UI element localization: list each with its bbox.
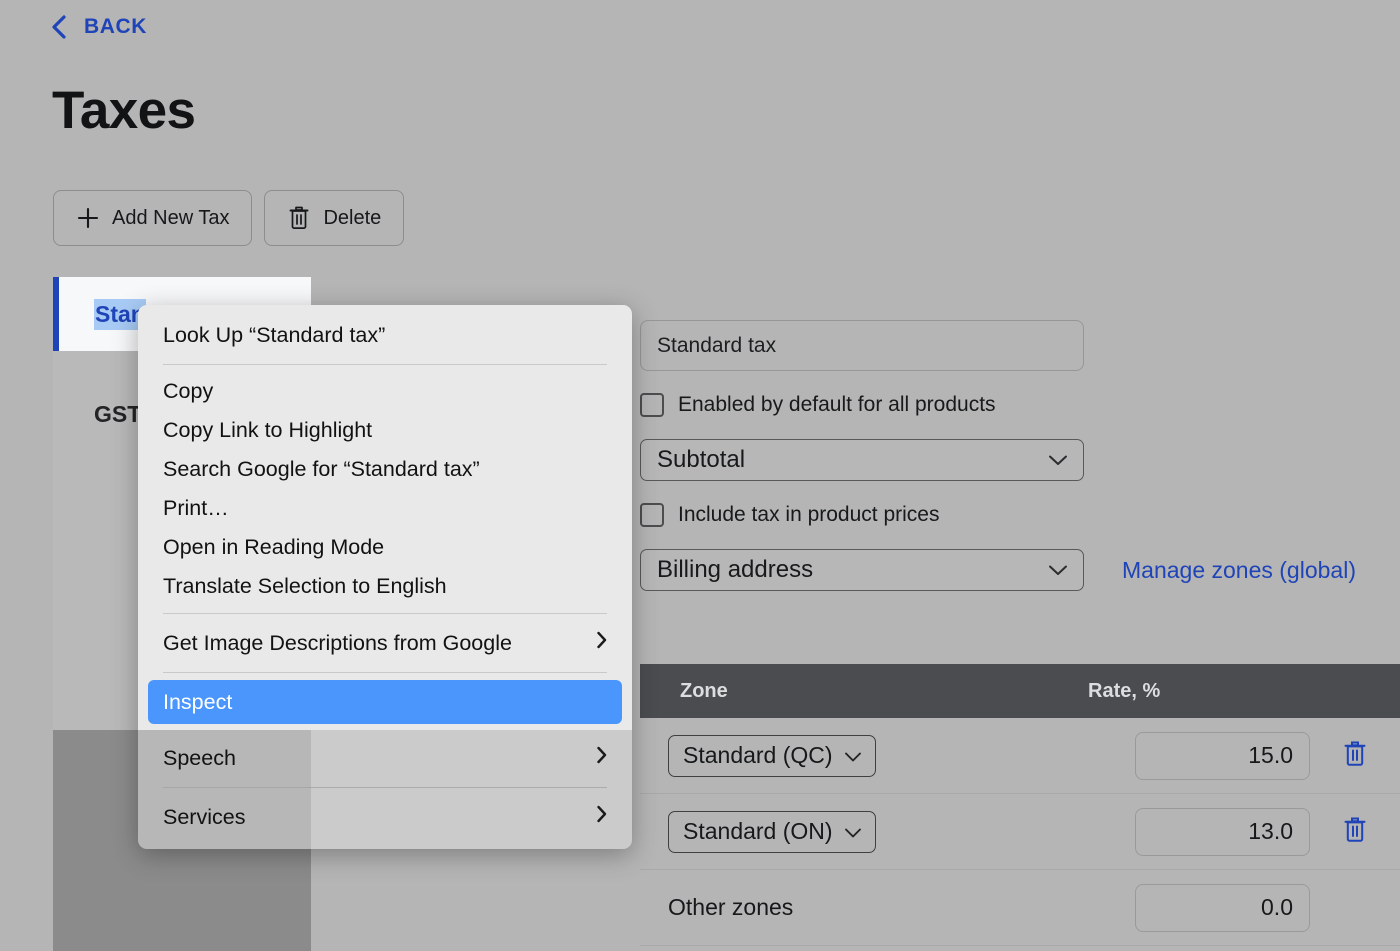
menu-item-label: Get Image Descriptions from Google [163, 631, 512, 656]
delete-zone-button[interactable] [1342, 740, 1368, 771]
back-label: BACK [84, 15, 147, 39]
plus-icon [76, 206, 100, 230]
menu-item-get-image-descriptions[interactable]: Get Image Descriptions from Google [138, 621, 632, 665]
zone-static-label: Other zones [668, 894, 793, 920]
rate-input[interactable]: 15.0 [1135, 732, 1310, 780]
context-menu-upper-section: Look Up “Standard tax” Copy Copy Link to… [138, 305, 632, 730]
menu-item-services[interactable]: Services [138, 795, 632, 839]
chevron-right-icon [596, 631, 608, 656]
menu-item-translate-selection[interactable]: Translate Selection to English [138, 567, 632, 606]
menu-item-label: Speech [163, 746, 236, 771]
chevron-left-icon [50, 14, 68, 40]
menu-separator [163, 364, 607, 365]
menu-separator [163, 787, 607, 788]
menu-item-inspect[interactable]: Inspect [148, 680, 622, 724]
tax-detail-form: Standard tax Enabled by default for all … [640, 320, 1400, 591]
menu-item-label: Print… [163, 496, 229, 521]
menu-item-speech[interactable]: Speech [138, 736, 632, 780]
table-header-row: Zone Rate, % [640, 664, 1400, 718]
menu-item-label: Inspect [163, 690, 232, 715]
chevron-down-icon [843, 818, 863, 845]
address-basis-value: Billing address [657, 556, 813, 584]
menu-item-open-in-reading-mode[interactable]: Open in Reading Mode [138, 528, 632, 567]
include-tax-in-prices-checkbox[interactable] [640, 503, 664, 527]
tax-base-select[interactable]: Subtotal [640, 439, 1084, 481]
menu-item-label: Services [163, 805, 245, 830]
chevron-down-icon [1047, 446, 1069, 474]
zone-value: Standard (QC) [683, 742, 833, 769]
menu-separator [163, 672, 607, 673]
zone-select[interactable]: Standard (QC) [668, 735, 876, 777]
table-row: Standard (ON) 13.0 [640, 794, 1400, 870]
add-new-tax-button[interactable]: Add New Tax [53, 190, 252, 246]
manage-zones-link[interactable]: Manage zones (global) [1122, 557, 1356, 584]
chevron-right-icon [596, 805, 608, 830]
delete-zone-button[interactable] [1342, 816, 1368, 847]
menu-item-label: Translate Selection to English [163, 574, 447, 599]
delete-label: Delete [323, 207, 381, 230]
menu-item-copy-link-to-highlight[interactable]: Copy Link to Highlight [138, 411, 632, 450]
column-header-zone: Zone [640, 680, 1080, 703]
zone-value: Standard (ON) [683, 818, 833, 845]
tax-base-value: Subtotal [657, 446, 745, 474]
toolbar: Add New Tax Delete [53, 190, 404, 246]
address-basis-row: Billing address Manage zones (global) [640, 549, 1400, 591]
column-header-rate: Rate, % [1080, 680, 1310, 703]
back-link[interactable]: BACK [50, 14, 147, 40]
zone-select[interactable]: Standard (ON) [668, 811, 876, 853]
table-row: Other zones 0.0 [640, 870, 1400, 946]
chevron-down-icon [843, 742, 863, 769]
menu-item-label: Copy [163, 379, 213, 404]
chevron-down-icon [1047, 556, 1069, 584]
rate-input[interactable]: 13.0 [1135, 808, 1310, 856]
menu-item-label: Copy Link to Highlight [163, 418, 372, 443]
page-title: Taxes [52, 80, 195, 141]
menu-item-label: Search Google for “Standard tax” [163, 457, 480, 482]
context-menu: Look Up “Standard tax” Copy Copy Link to… [138, 305, 632, 849]
address-basis-select[interactable]: Billing address [640, 549, 1084, 591]
menu-item-label: Open in Reading Mode [163, 535, 384, 560]
context-menu-lower-section: Speech Services [138, 730, 632, 849]
zone-rate-table: Zone Rate, % Standard (QC) 15.0 [640, 664, 1400, 946]
menu-item-copy[interactable]: Copy [138, 372, 632, 411]
add-new-tax-label: Add New Tax [112, 207, 229, 230]
menu-item-label: Look Up “Standard tax” [163, 323, 385, 348]
enabled-by-default-row[interactable]: Enabled by default for all products [640, 393, 1400, 417]
rate-input[interactable]: 0.0 [1135, 884, 1310, 932]
enabled-by-default-label: Enabled by default for all products [678, 393, 996, 417]
app-root: BACK Taxes Add New Tax Delete [0, 0, 1400, 951]
delete-button[interactable]: Delete [264, 190, 404, 246]
table-row: Standard (QC) 15.0 [640, 718, 1400, 794]
chevron-right-icon [596, 746, 608, 771]
trash-icon [1342, 740, 1368, 771]
enabled-by-default-checkbox[interactable] [640, 393, 664, 417]
trash-icon [287, 205, 311, 231]
include-tax-in-prices-row[interactable]: Include tax in product prices [640, 503, 1400, 527]
trash-icon [1342, 816, 1368, 847]
menu-item-print[interactable]: Print… [138, 489, 632, 528]
menu-item-look-up[interactable]: Look Up “Standard tax” [138, 313, 632, 357]
include-tax-in-prices-label: Include tax in product prices [678, 503, 939, 527]
menu-item-search-google[interactable]: Search Google for “Standard tax” [138, 450, 632, 489]
tax-name-input[interactable]: Standard tax [640, 320, 1084, 371]
menu-separator [163, 613, 607, 614]
